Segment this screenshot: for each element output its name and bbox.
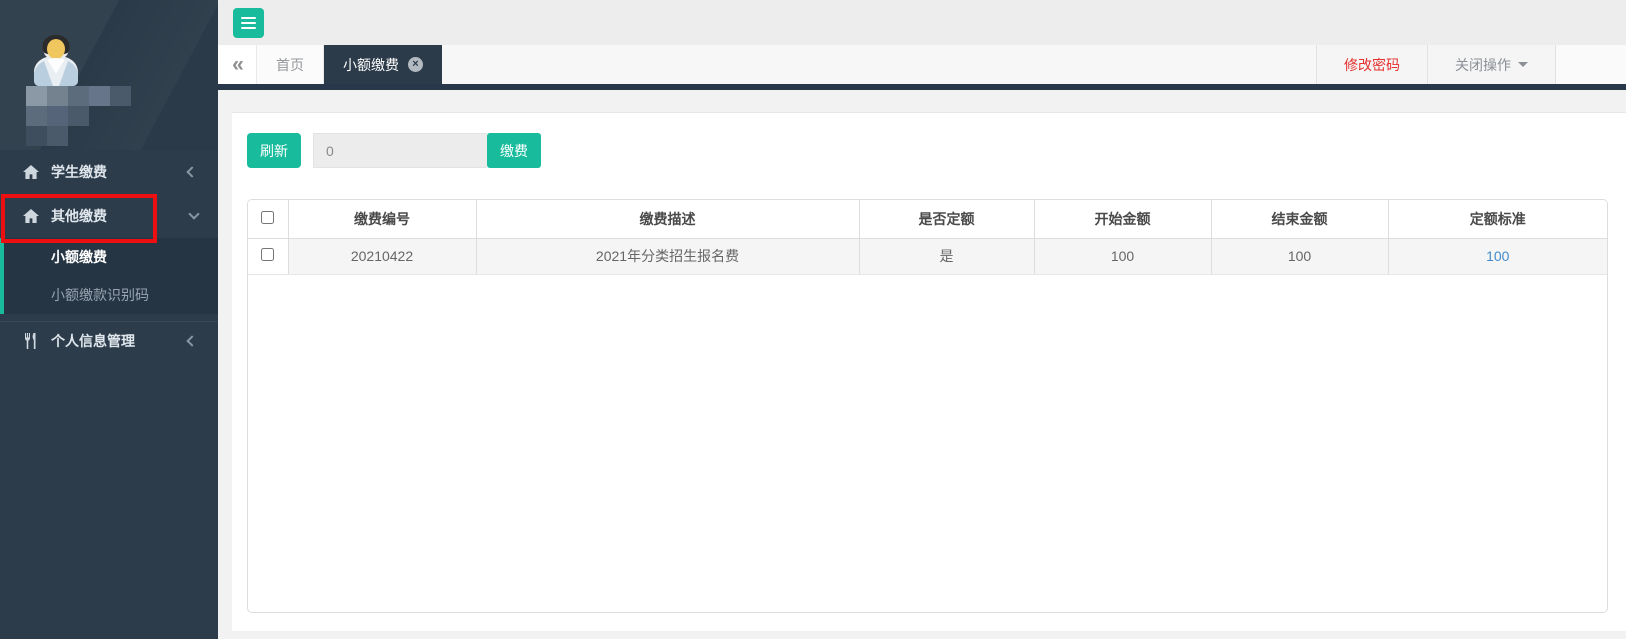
cell-end-amount: 100: [1211, 238, 1388, 274]
pay-button[interactable]: 缴费: [487, 133, 541, 168]
select-all-checkbox[interactable]: [261, 211, 274, 224]
subitem-label: 小额缴款识别码: [51, 287, 149, 303]
sidebar-subitem-small-payment-id-code[interactable]: 小额缴款识别码: [4, 276, 218, 314]
content-area: 刷新 缴费 缴费编号 缴: [218, 90, 1626, 639]
sidebar-item-label: 其他缴费: [51, 206, 107, 226]
sidebar-item-label: 个人信息管理: [51, 331, 135, 351]
col-end-amount: 结束金额: [1211, 200, 1388, 238]
cell-is-fixed: 是: [859, 238, 1034, 274]
double-chevron-left-icon: «: [232, 54, 242, 75]
topbar: [218, 0, 1626, 45]
row-select-cell: [248, 238, 288, 274]
cell-fixed-standard: 100: [1388, 238, 1607, 274]
tab-small-payment[interactable]: 小额缴费 ×: [324, 45, 442, 84]
sidebar-profile: [0, 0, 218, 150]
caret-down-icon: [1518, 62, 1528, 67]
chevron-left-icon: [186, 335, 197, 346]
sidebar: 学生缴费 其他缴费 小额缴费 小额缴款识别码 个人信息管理: [0, 0, 218, 639]
cell-payment-no: 20210422: [288, 238, 476, 274]
tab-bar: « 首页 小额缴费 × 修改密码 关闭操作: [218, 45, 1626, 90]
table-row[interactable]: 20210422 2021年分类招生报名费 是 100 100 100: [248, 238, 1607, 274]
payments-table: 缴费编号 缴费描述 是否定额 开始金额 结束金额 定额标准: [248, 200, 1607, 275]
tab-home[interactable]: 首页: [256, 45, 324, 84]
row-checkbox[interactable]: [261, 248, 274, 261]
table-header-row: 缴费编号 缴费描述 是否定额 开始金额 结束金额 定额标准: [248, 200, 1607, 238]
cell-description: 2021年分类招生报名费: [476, 238, 859, 274]
sidebar-nav: 学生缴费 其他缴费 小额缴费 小额缴款识别码 个人信息管理: [0, 150, 218, 359]
cutlery-icon: [23, 333, 39, 349]
sidebar-item-label: 学生缴费: [51, 162, 107, 182]
payments-table-panel: 缴费编号 缴费描述 是否定额 开始金额 结束金额 定额标准: [247, 199, 1608, 613]
tabbar-right-filler: [1556, 45, 1626, 84]
col-payment-no: 缴费编号: [288, 200, 476, 238]
refresh-button[interactable]: 刷新: [247, 133, 301, 168]
tab-label: 首页: [276, 55, 304, 75]
change-password-label: 修改密码: [1344, 55, 1400, 75]
close-tab-icon[interactable]: ×: [408, 57, 423, 72]
sidebar-item-personal-info[interactable]: 个人信息管理: [0, 321, 218, 359]
chevron-left-icon: [186, 166, 197, 177]
chevron-down-icon: [188, 208, 199, 219]
change-password-button[interactable]: 修改密码: [1316, 45, 1427, 84]
col-start-amount: 开始金额: [1034, 200, 1211, 238]
col-description: 缴费描述: [476, 200, 859, 238]
cell-start-amount: 100: [1034, 238, 1211, 274]
subitem-label: 小额缴费: [51, 249, 107, 265]
user-avatar: [27, 30, 85, 86]
main-area: « 首页 小额缴费 × 修改密码 关闭操作 刷新 缴费: [218, 0, 1626, 639]
sidebar-item-other-payment[interactable]: 其他缴费: [0, 194, 218, 238]
content-card: 刷新 缴费 缴费编号 缴: [232, 112, 1626, 631]
sidebar-subitem-small-payment[interactable]: 小额缴费: [4, 238, 218, 276]
hamburger-icon: [241, 17, 256, 19]
redacted-username: [26, 86, 136, 146]
tab-label: 小额缴费: [343, 55, 399, 75]
col-fixed-standard: 定额标准: [1388, 200, 1607, 238]
other-payment-submenu: 小额缴费 小额缴款识别码: [0, 238, 218, 314]
close-operations-label: 关闭操作: [1455, 55, 1511, 75]
sidebar-toggle-button[interactable]: [233, 8, 264, 38]
tabbar-spacer: [442, 45, 1316, 84]
select-all-header: [248, 200, 288, 238]
close-operations-dropdown[interactable]: 关闭操作: [1427, 45, 1556, 84]
col-is-fixed: 是否定额: [859, 200, 1034, 238]
payment-toolbar: 刷新 缴费: [247, 133, 1608, 168]
amount-input[interactable]: [313, 133, 487, 168]
fixed-standard-link[interactable]: 100: [1486, 248, 1509, 264]
sidebar-item-student-payment[interactable]: 学生缴费: [0, 150, 218, 194]
home-icon: [23, 208, 39, 224]
collapse-tabs-button[interactable]: «: [218, 45, 256, 84]
home-icon: [23, 164, 39, 180]
